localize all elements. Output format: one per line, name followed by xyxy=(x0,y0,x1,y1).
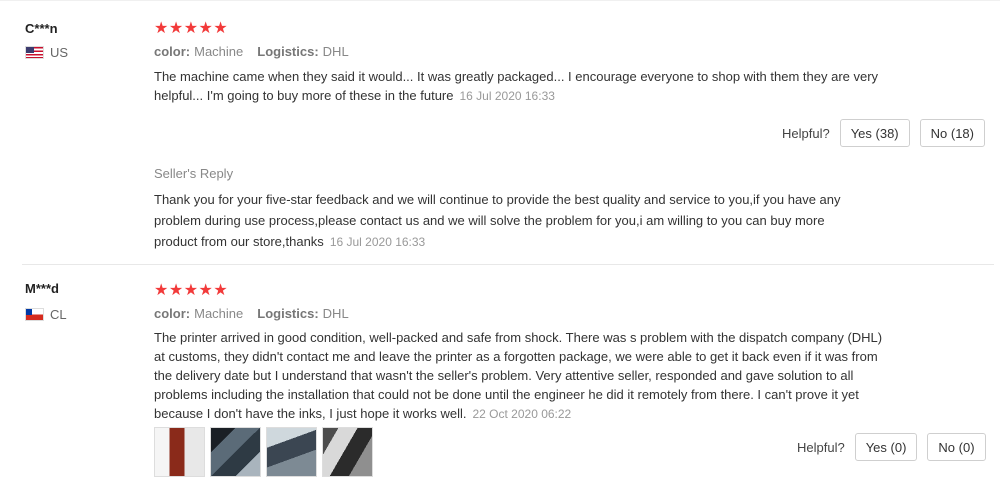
logistics-value: DHL xyxy=(322,44,349,59)
review-attributes: color: Machine Logistics: DHL xyxy=(154,306,349,321)
helpful-yes-button[interactable]: Yes (38) xyxy=(839,119,910,147)
review-date: 22 Oct 2020 06:22 xyxy=(472,407,572,421)
star-rating: ★★★★★ xyxy=(154,20,229,37)
helpful-label: Helpful? xyxy=(782,125,830,141)
review-photo-thumbnail[interactable] xyxy=(210,427,261,477)
country-code: CL xyxy=(50,307,67,322)
helpful-no-button[interactable]: No (0) xyxy=(927,433,986,461)
cl-flag-icon xyxy=(25,308,44,321)
reviewer-name: C***n xyxy=(25,21,58,36)
review-photo-thumbnail[interactable] xyxy=(154,427,205,477)
reviewer-country: CL xyxy=(25,307,67,322)
color-value: Machine xyxy=(194,306,244,321)
reviewer-name: M***d xyxy=(25,281,59,296)
helpful-no-button[interactable]: No (18) xyxy=(919,119,985,147)
helpful-yes-button[interactable]: Yes (0) xyxy=(854,433,918,461)
helpful-vote: Helpful? Yes (0) No (0) xyxy=(797,433,986,461)
helpful-label: Helpful? xyxy=(797,439,845,455)
seller-reply-body: Thank you for your five-star feedback an… xyxy=(154,192,841,249)
review-date: 16 Jul 2020 16:33 xyxy=(459,89,555,103)
country-code: US xyxy=(50,45,69,60)
review-attributes: color: Machine Logistics: DHL xyxy=(154,44,349,59)
us-flag-icon xyxy=(25,46,44,59)
seller-reply-title: Seller's Reply xyxy=(154,166,234,181)
star-rating: ★★★★★ xyxy=(154,282,229,299)
review-photos xyxy=(154,427,373,477)
logistics-value: DHL xyxy=(322,306,349,321)
review-card: M***d CL ★★★★★ color: Machine Logistics: DH… xyxy=(0,266,1000,497)
color-value: Machine xyxy=(194,44,244,59)
logistics-label: Logistics: xyxy=(257,44,319,59)
review-divider xyxy=(22,264,994,265)
review-card: C***n US ★★★★★ color: Machine Logistics: DH… xyxy=(0,0,1000,264)
logistics-label: Logistics: xyxy=(257,306,319,321)
color-label: color: xyxy=(154,44,191,59)
reviewer-country: US xyxy=(25,45,68,60)
review-photo-thumbnail[interactable] xyxy=(322,427,373,477)
review-text: The printer arrived in good condition, w… xyxy=(154,328,894,424)
review-text: The machine came when they said it would… xyxy=(154,67,899,106)
color-label: color: xyxy=(154,306,191,321)
review-photo-thumbnail[interactable] xyxy=(266,427,317,477)
seller-reply-date: 16 Jul 2020 16:33 xyxy=(329,235,426,249)
helpful-vote: Helpful? Yes (38) No (18) xyxy=(782,119,985,147)
seller-reply-text: Thank you for your five-star feedback an… xyxy=(154,189,869,253)
